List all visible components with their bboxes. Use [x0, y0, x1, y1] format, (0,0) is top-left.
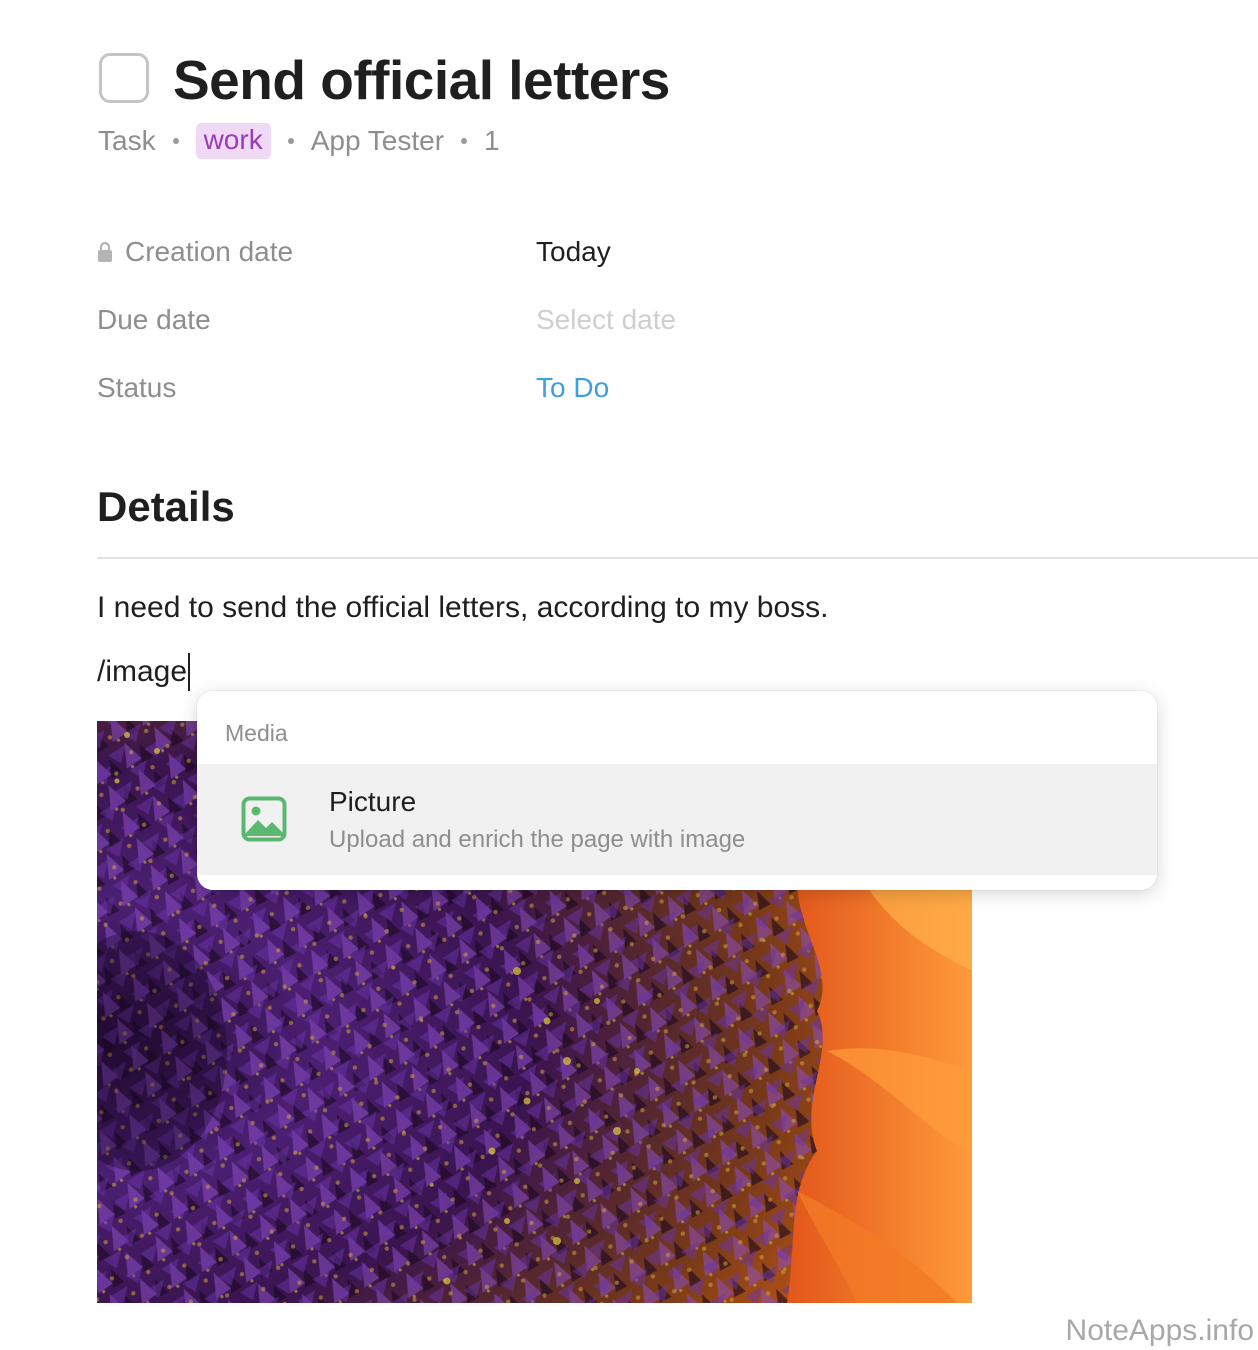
slash-command-text[interactable]: /image — [97, 651, 187, 693]
property-label-status: Status — [97, 372, 177, 403]
meta-separator-dot — [461, 138, 468, 144]
property-label-creation-date: Creation date — [97, 232, 293, 272]
slash-command-menu: Media Picture Upload and enrich the page… — [197, 691, 1157, 890]
property-label-due-date: Due date — [97, 304, 211, 335]
owner-label[interactable]: App Tester — [311, 125, 444, 157]
section-divider — [97, 557, 1258, 559]
task-complete-checkbox[interactable] — [99, 53, 149, 103]
property-row-due-date: Due date Select date — [97, 300, 1097, 340]
tag-chip-work[interactable]: work — [195, 123, 271, 159]
details-paragraph[interactable]: I need to send the official letters, acc… — [97, 587, 829, 629]
menu-item-description: Upload and enrich the page with image — [329, 826, 746, 853]
due-date-picker[interactable]: Select date — [536, 300, 676, 340]
status-selector[interactable]: To Do — [536, 368, 609, 408]
task-meta-row: Task work App Tester 1 — [98, 122, 500, 160]
property-label-text: Creation date — [125, 236, 294, 267]
task-type-label: Task — [98, 125, 156, 156]
page-title[interactable]: Send official letters — [173, 46, 670, 114]
menu-item-picture[interactable]: Picture Upload and enrich the page with … — [197, 764, 1157, 875]
menu-item-title: Picture — [329, 786, 417, 817]
details-heading: Details — [97, 483, 235, 530]
meta-separator-dot — [172, 138, 179, 144]
watermark: NoteApps.info — [1065, 1314, 1254, 1347]
text-cursor — [188, 653, 191, 691]
editor-command-line[interactable]: /image — [97, 651, 191, 693]
creation-date-value: Today — [536, 236, 611, 267]
lock-icon — [97, 241, 113, 263]
property-row-creation-date: Creation date Today — [97, 232, 1097, 272]
meta-separator-dot — [287, 138, 294, 144]
image-icon — [241, 796, 287, 842]
menu-group-label-media: Media — [225, 720, 288, 746]
task-count: 1 — [484, 125, 500, 156]
property-row-status: Status To Do — [97, 368, 1097, 408]
